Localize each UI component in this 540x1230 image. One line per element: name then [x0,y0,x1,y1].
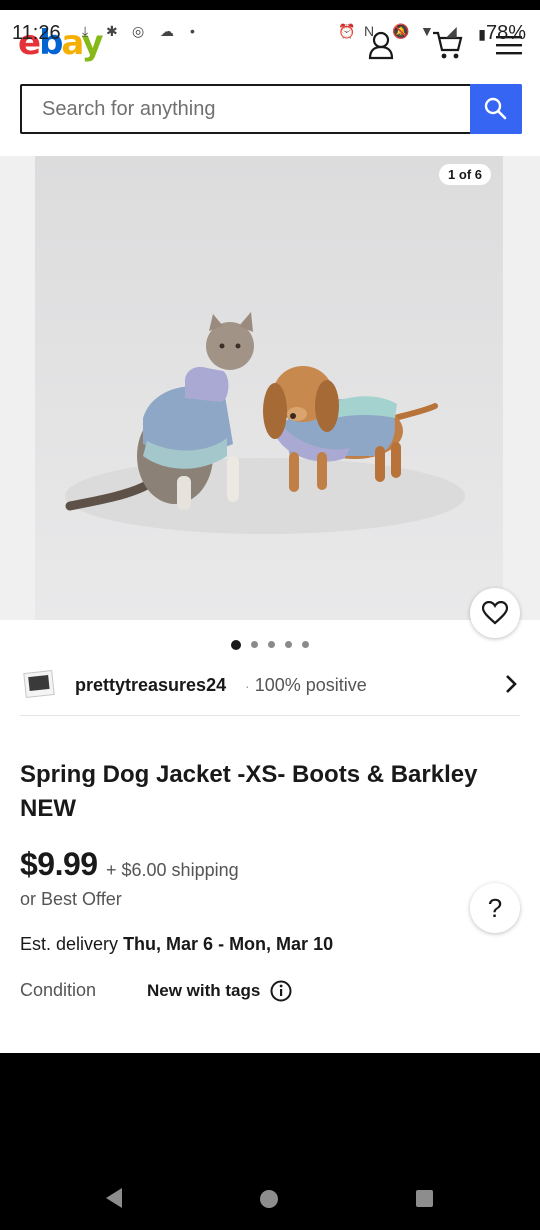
seller-avatar [22,668,56,698]
best-offer-note: or Best Offer [20,889,122,909]
app-icon: ◎ [132,23,145,39]
nfc-icon: N [364,23,375,39]
carousel-dot-active[interactable] [231,639,241,650]
app-screen: ebay Search for anything 1 of 6 prettytr… [0,10,540,1053]
info-icon[interactable] [270,980,292,1007]
seller-row[interactable]: prettytreasures24 · 100% positive [20,652,520,716]
pets-in-jackets-image [65,312,465,534]
notification-icon: ✱ [106,23,118,39]
search-button[interactable] [470,84,522,134]
product-photo[interactable]: 1 of 6 [35,156,503,620]
chevron-right-icon[interactable] [504,674,518,699]
seller-separator: · [245,678,250,694]
estimated-delivery: Est. delivery Thu, Mar 6 - Mon, Mar 10 [20,934,333,955]
cloud-icon: ☁ [160,23,174,39]
listing-title: Spring Dog Jacket -XS- Boots & Barkley N… [20,761,478,822]
search-input[interactable]: Search for anything [42,98,215,121]
dot-icon: • [190,23,195,39]
carousel-dot[interactable] [268,641,275,649]
shipping-cost: + $6.00 shipping [106,860,239,880]
carousel-dot[interactable] [302,641,309,649]
download-icon: ⤓ [82,23,89,39]
signal-icon: ◢ [446,23,457,39]
home-nav-icon[interactable] [260,1190,278,1208]
battery-icon: ▮ [478,26,486,42]
watch-button[interactable] [470,588,520,638]
battery-percent: 78% [485,22,526,44]
search-bar[interactable]: Search for anything [20,84,522,134]
seller-feedback: · 100% positive [245,675,367,696]
image-gallery[interactable]: 1 of 6 [0,156,540,620]
carousel-dot[interactable] [285,641,292,649]
back-nav-icon[interactable] [104,1187,124,1214]
alarm-icon: ⏰ [338,23,356,39]
status-time: 11:26 [12,22,61,44]
help-button[interactable]: ? [470,883,520,933]
top-bezel [0,0,540,10]
condition-value: New with tags [147,981,261,1000]
seller-name[interactable]: prettytreasures24 [75,675,226,696]
status-bar: 11:26 ⤓ ✱ ◎ ☁ • ⏰ N 🔕 ▼ ◢ ▮78% [0,10,540,56]
image-counter: 1 of 6 [439,164,491,185]
delivery-dates: Thu, Mar 6 - Mon, Mar 10 [123,934,334,954]
listing-price: $9.99 [20,846,98,882]
mute-icon: 🔕 [392,23,410,39]
delivery-label: Est. delivery [20,934,119,954]
condition-label: Condition [20,980,97,1000]
battery-level: ▮78% [478,22,526,45]
carousel-dot[interactable] [251,641,258,649]
seller-rating: 100% positive [254,675,367,695]
recents-nav-icon[interactable] [416,1190,433,1207]
wifi-icon: ▼ [420,23,434,39]
